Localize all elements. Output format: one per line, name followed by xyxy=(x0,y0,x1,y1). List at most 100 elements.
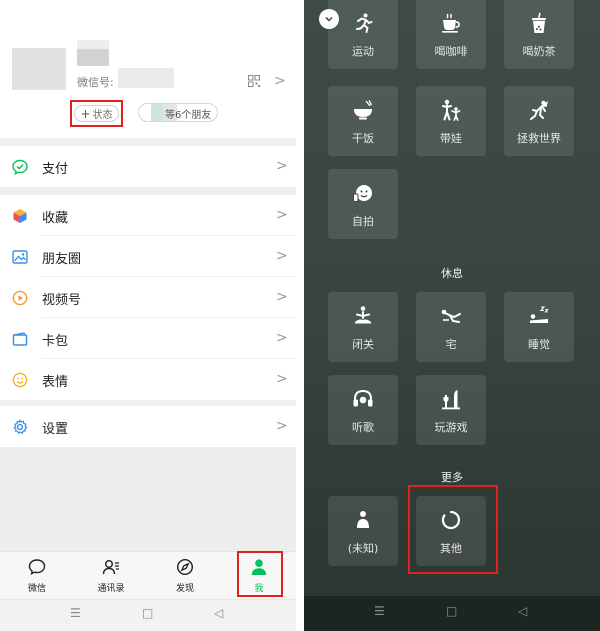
tile-label: 带娃 xyxy=(440,132,462,145)
plus-icon: + xyxy=(80,106,91,121)
tile-label: 喝咖啡 xyxy=(434,45,468,58)
recents-nav-icon[interactable]: ☰ xyxy=(374,604,385,618)
contacts-icon xyxy=(102,560,119,575)
pay-icon xyxy=(12,159,28,175)
chevron-right-icon: > xyxy=(276,330,288,346)
chevron-right-icon: > xyxy=(276,371,288,387)
chevron-right-icon: > xyxy=(276,418,288,434)
tile-label: 拯救世界 xyxy=(517,132,561,145)
tile-label: 运动 xyxy=(352,45,374,58)
cube-icon xyxy=(13,209,27,223)
home-nav-icon[interactable]: □ xyxy=(446,604,457,618)
menu-group-pay: 支付 > xyxy=(0,146,296,187)
status-tile-save-world[interactable]: 拯救世界 xyxy=(504,86,574,156)
coffee-cup-icon xyxy=(442,13,460,33)
status-tile-unknown[interactable]: (未知) xyxy=(328,496,398,566)
menu-group-settings: 设置 > xyxy=(0,406,296,447)
status-tile-retreat[interactable]: 闭关 xyxy=(328,292,398,362)
tile-label: 自拍 xyxy=(352,215,374,228)
menu-label: 表情 xyxy=(42,375,69,390)
gear-icon xyxy=(13,419,28,435)
profile-header[interactable]: 微信号: > + 状态 等6个朋友 xyxy=(0,0,296,138)
system-nav-bar: ☰ □ ◁ xyxy=(304,596,600,631)
chevron-right-icon: > xyxy=(276,158,288,174)
menu-label: 朋友圈 xyxy=(42,252,82,267)
play-circle-icon xyxy=(12,290,28,306)
rice-bowl-icon xyxy=(354,100,373,120)
panel-gap xyxy=(296,0,304,631)
meditation-icon xyxy=(355,306,371,324)
system-nav-bar: ☰ □ ◁ xyxy=(0,599,296,631)
chevron-right-icon: > xyxy=(274,73,286,89)
back-nav-icon[interactable]: ◁ xyxy=(518,604,527,618)
nickname-blurred xyxy=(77,40,109,66)
smiley-icon xyxy=(12,372,28,388)
card-wallet-icon xyxy=(12,332,28,346)
tile-label: 闭关 xyxy=(352,338,374,351)
chat-bubble-icon xyxy=(28,559,46,575)
tile-label: 干饭 xyxy=(352,132,374,145)
menu-label: 收藏 xyxy=(42,211,69,226)
tab-label: 微信 xyxy=(27,584,46,594)
empty-area xyxy=(0,447,296,551)
tab-label: 通讯录 xyxy=(97,584,125,594)
running-icon xyxy=(356,13,373,33)
menu-item-pay[interactable]: 支付 > xyxy=(0,146,296,187)
status-label: 状态 xyxy=(92,110,113,121)
chevron-right-icon: > xyxy=(276,248,288,264)
section-divider xyxy=(0,187,296,195)
menu-item-channels[interactable]: 视频号 > xyxy=(0,277,296,318)
selfie-icon xyxy=(353,185,372,202)
tile-label: 宅 xyxy=(445,338,457,351)
status-tile-milk-tea[interactable]: 喝奶茶 xyxy=(504,0,574,69)
status-tile-selfie[interactable]: 自拍 xyxy=(328,169,398,239)
tile-label: 听歌 xyxy=(352,421,374,434)
wechat-id-label: 微信号: xyxy=(77,76,114,89)
status-tile-eating[interactable]: 干饭 xyxy=(328,86,398,156)
tab-chats[interactable]: 微信 xyxy=(0,552,74,600)
menu-group-main: 收藏 > 朋友圈 > 视频号 > 卡包 > 表情 > xyxy=(0,195,296,400)
person-silhouette-icon xyxy=(357,511,369,528)
qr-code-icon[interactable] xyxy=(248,75,260,87)
tile-label: (未知) xyxy=(347,542,379,555)
menu-item-favorites[interactable]: 收藏 > xyxy=(0,195,296,236)
status-tile-sport[interactable]: 运动 xyxy=(328,0,398,69)
menu-label: 视频号 xyxy=(42,293,82,308)
chevron-right-icon: > xyxy=(276,207,288,223)
add-status-button[interactable]: + 状态 xyxy=(70,100,123,127)
milk-tea-icon xyxy=(532,12,546,33)
tile-label: 玩游戏 xyxy=(434,421,468,434)
lounging-icon xyxy=(441,309,461,323)
back-nav-icon[interactable]: ◁ xyxy=(214,606,223,620)
status-tile-coffee[interactable]: 喝咖啡 xyxy=(416,0,486,69)
menu-label: 卡包 xyxy=(42,334,69,349)
headphones-icon xyxy=(353,389,373,407)
chess-pieces-icon xyxy=(442,390,460,410)
me-page: 微信号: > + 状态 等6个朋友 支付 > 收藏 > 朋友圈 > 视频号 > … xyxy=(0,0,296,631)
status-tile-music[interactable]: 听歌 xyxy=(328,375,398,445)
recents-nav-icon[interactable]: ☰ xyxy=(70,606,81,620)
menu-item-stickers[interactable]: 表情 > xyxy=(0,359,296,400)
menu-label: 设置 xyxy=(42,422,69,437)
tab-contacts[interactable]: 通讯录 xyxy=(74,552,148,600)
compass-icon xyxy=(176,558,194,576)
menu-item-moments[interactable]: 朋友圈 > xyxy=(0,236,296,277)
status-tile-stay-home[interactable]: 宅 xyxy=(416,292,486,362)
status-tile-sleep[interactable]: 睡觉 xyxy=(504,292,574,362)
status-tile-childcare[interactable]: 带娃 xyxy=(416,86,486,156)
avatar[interactable] xyxy=(12,48,66,90)
superhero-icon xyxy=(530,100,548,120)
tab-discover[interactable]: 发现 xyxy=(148,552,222,600)
chevron-right-icon: > xyxy=(276,289,288,305)
friends-status-chip[interactable]: 等6个朋友 xyxy=(138,103,218,122)
tab-label: 发现 xyxy=(175,584,194,594)
status-tile-gaming[interactable]: 玩游戏 xyxy=(416,375,486,445)
menu-item-cards[interactable]: 卡包 > xyxy=(0,318,296,359)
menu-item-settings[interactable]: 设置 > xyxy=(0,406,296,447)
section-title-rest: 休息 xyxy=(441,267,463,280)
home-nav-icon[interactable]: □ xyxy=(142,606,153,620)
photo-icon xyxy=(12,250,28,264)
friends-count-label: 等6个朋友 xyxy=(165,110,212,121)
tile-label: 喝奶茶 xyxy=(522,45,556,58)
tile-label: 睡觉 xyxy=(528,338,550,351)
